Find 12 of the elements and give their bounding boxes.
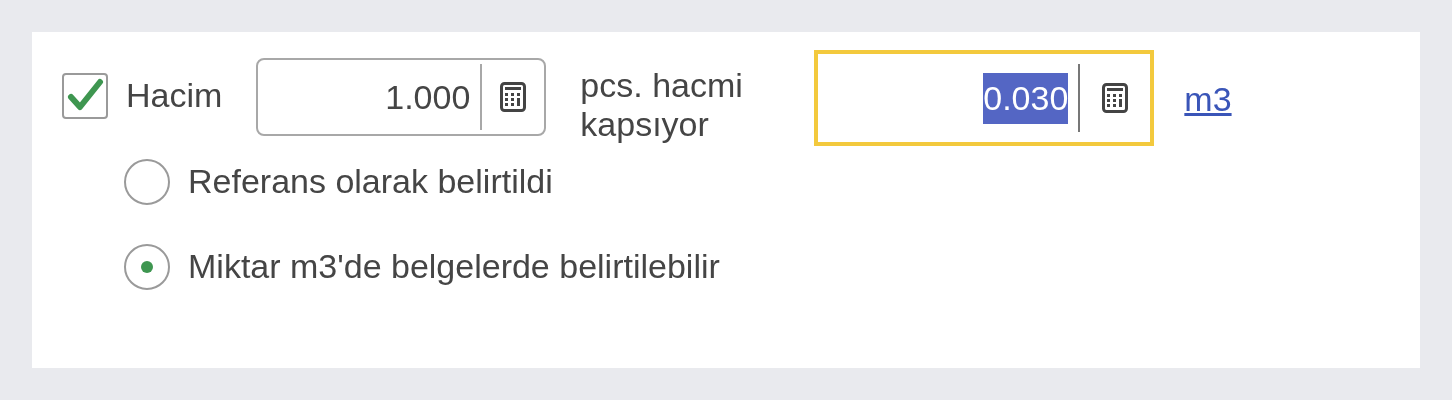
number-field[interactable]: 1.000 [256,58,547,136]
option-label: Referans olarak belirtildi [188,161,553,202]
calculator-icon[interactable] [1102,83,1129,113]
option-label: Miktar m3'de belgelerde belirtilebilir [188,246,720,287]
radio-button[interactable] [124,158,170,205]
calculator-icon[interactable] [500,82,527,112]
radio-button[interactable] [124,243,170,290]
checkbox[interactable] [62,72,108,119]
number-field[interactable]: 0.030 [814,50,1155,146]
field-label: pcs. hacmi kapsıyor [580,66,744,145]
checkbox-label: Hacim [126,75,223,116]
unit-link[interactable]: m3 [1184,74,1232,125]
